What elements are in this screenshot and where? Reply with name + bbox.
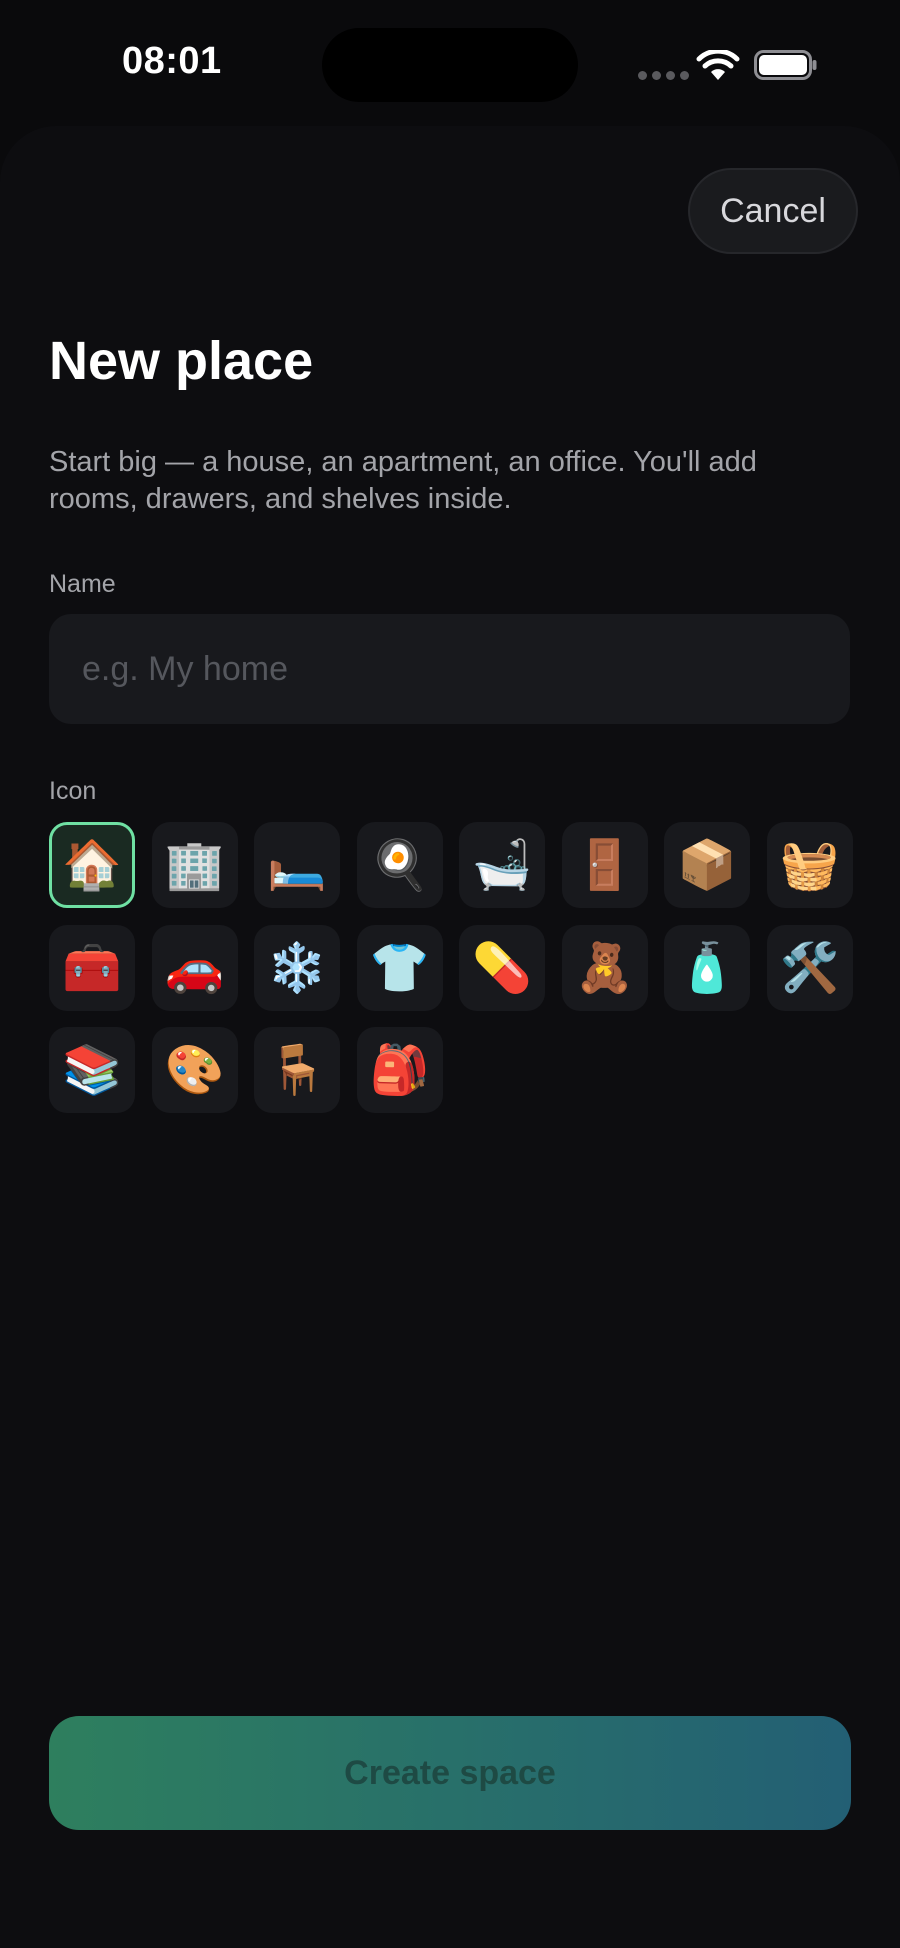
page-title: New place: [49, 331, 314, 391]
bed-icon: 🛏️: [267, 837, 327, 893]
artist-palette-icon: 🎨: [164, 1042, 225, 1098]
new-place-sheet: Cancel New place Start big — a house, an…: [0, 126, 900, 1948]
laundry-basket-icon-option[interactable]: 🧺: [766, 822, 853, 908]
artist-palette-icon-option[interactable]: 🎨: [151, 1027, 238, 1113]
dynamic-island: [322, 28, 578, 102]
cancel-button[interactable]: Cancel: [688, 168, 858, 254]
backpack-icon: 🎒: [369, 1042, 430, 1098]
shirt-icon-option[interactable]: 👕: [356, 924, 443, 1011]
books-icon: 📚: [62, 1042, 122, 1098]
cellular-signal-icon: [638, 71, 689, 80]
create-space-button[interactable]: Create space: [49, 1716, 851, 1830]
frying-pan-icon: 🍳: [369, 837, 430, 893]
bed-icon-option[interactable]: 🛏️: [254, 822, 340, 908]
bathtub-icon-option[interactable]: 🛁: [459, 822, 545, 908]
icon-picker-grid: 🏠 🏢 🛏️ 🍳 🛁 🚪 📦 🧺 🧰 🚗 ❄️ 👕 💊 🧸 🧴 🛠️ 📚 🎨 🪑 🎒: [49, 822, 853, 1113]
status-time: 08:01: [122, 40, 222, 82]
status-bar: 08:01: [0, 0, 900, 120]
house-icon-option[interactable]: 🏠: [49, 822, 135, 908]
house-icon: 🏠: [62, 837, 122, 893]
pill-icon-option[interactable]: 💊: [459, 924, 545, 1011]
snowflake-icon: ❄️: [267, 939, 327, 996]
icon-field-label: Icon: [49, 777, 97, 805]
package-icon: 📦: [677, 837, 737, 893]
laundry-basket-icon: 🧺: [779, 837, 840, 893]
chair-icon: 🪑: [267, 1042, 327, 1098]
door-icon-option[interactable]: 🚪: [561, 822, 648, 908]
lotion-bottle-icon-option[interactable]: 🧴: [664, 924, 750, 1011]
backpack-icon-option[interactable]: 🎒: [356, 1027, 443, 1113]
screen: 08:01 Cancel New place Start big — a hou…: [0, 0, 900, 1948]
car-icon-option[interactable]: 🚗: [151, 924, 238, 1011]
chair-icon-option[interactable]: 🪑: [254, 1027, 340, 1113]
snowflake-icon-option[interactable]: ❄️: [254, 924, 340, 1011]
door-icon: 🚪: [574, 837, 635, 893]
pill-icon: 💊: [472, 939, 532, 996]
car-icon: 🚗: [164, 939, 225, 996]
frying-pan-icon-option[interactable]: 🍳: [356, 822, 443, 908]
teddy-bear-icon: 🧸: [574, 939, 635, 996]
shirt-icon: 👕: [369, 939, 430, 996]
office-building-icon: 🏢: [164, 837, 225, 893]
teddy-bear-icon-option[interactable]: 🧸: [561, 924, 648, 1011]
hammer-and-wrench-icon: 🛠️: [779, 939, 840, 996]
toolbox-icon-option[interactable]: 🧰: [49, 924, 135, 1011]
office-building-icon-option[interactable]: 🏢: [151, 822, 238, 908]
wifi-icon: [696, 50, 740, 80]
lotion-bottle-icon: 🧴: [677, 939, 737, 996]
name-input[interactable]: [49, 614, 850, 724]
toolbox-icon: 🧰: [62, 939, 122, 996]
books-icon-option[interactable]: 📚: [49, 1027, 135, 1113]
bathtub-icon: 🛁: [472, 837, 532, 893]
name-field-label: Name: [49, 570, 116, 598]
package-icon-option[interactable]: 📦: [664, 822, 750, 908]
page-subtitle: Start big — a house, an apartment, an of…: [49, 446, 757, 515]
hammer-and-wrench-icon-option[interactable]: 🛠️: [766, 924, 853, 1011]
battery-icon: [754, 50, 817, 80]
